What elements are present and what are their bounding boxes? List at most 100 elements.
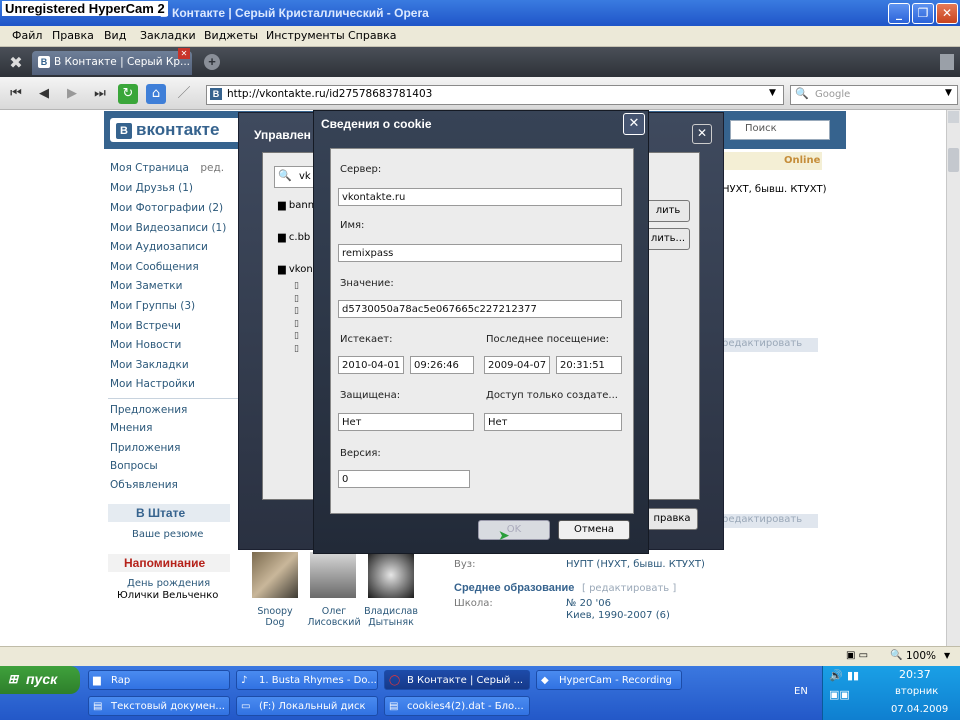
sidebar-item-groups[interactable]: Мои Группы (3) xyxy=(110,300,195,312)
tray-icons[interactable]: ▮▮ xyxy=(847,669,859,682)
vk-search-input[interactable]: Поиск xyxy=(730,120,830,140)
trash-icon[interactable] xyxy=(940,54,954,70)
ok-button[interactable]: OK xyxy=(478,520,550,540)
friend-name[interactable]: Владислав Дытыняк xyxy=(360,606,422,628)
sidebar-item-videos[interactable]: Мои Видеозаписи (1) xyxy=(110,222,226,234)
task-opera[interactable]: ◯ В Контакте | Серый ... xyxy=(384,670,530,690)
close-icon[interactable]: ✕ xyxy=(623,113,645,135)
address-field[interactable]: B http://vkontakte.ru/id27578683781403 ▼ xyxy=(206,85,784,105)
maximize-button[interactable]: ❐ xyxy=(912,3,934,24)
sidebar-item-friends[interactable]: Мои Друзья (1) xyxy=(110,182,193,194)
cookie-search-input[interactable]: 🔍 vk xyxy=(274,166,316,188)
sidebar-item-settings[interactable]: Мои Настройки xyxy=(110,378,195,390)
back-icon[interactable]: ◀ xyxy=(34,84,54,104)
uni-value[interactable]: НУПТ (НУХТ, бывш. КТУХТ) xyxy=(566,559,705,570)
cancel-button[interactable]: Отмена xyxy=(558,520,630,540)
server-field[interactable]: vkontakte.ru xyxy=(338,188,622,206)
search-field[interactable]: 🔍 Google ▼ xyxy=(790,85,958,105)
sidebar-item-messages[interactable]: Мои Сообщения xyxy=(110,261,199,273)
language-indicator[interactable]: EN xyxy=(794,686,808,697)
sidebar-item-notes[interactable]: Мои Заметки xyxy=(110,280,182,292)
task-busta[interactable]: ♪ 1. Busta Rhymes - Do... xyxy=(236,670,378,690)
search-dropdown-icon[interactable]: ▼ xyxy=(945,88,952,98)
sidebar-item-apps[interactable]: Приложения xyxy=(110,442,180,454)
task-local-disk[interactable]: ▭ (F:) Локальный диск xyxy=(236,696,378,716)
secure-field[interactable]: Нет xyxy=(338,413,474,431)
opera-menu-icon[interactable]: ✖ xyxy=(6,53,26,73)
zoom-dropdown-icon[interactable]: ▼ xyxy=(944,651,950,660)
network-icon[interactable]: ▣▣ xyxy=(829,688,850,701)
tab-close-icon[interactable]: ✕ xyxy=(178,48,190,59)
sidebar-item-bookmarks[interactable]: Мои Закладки xyxy=(110,359,189,371)
last-visit-date-field[interactable]: 2009-04-07 xyxy=(484,356,550,374)
zoom-icon[interactable]: 🔍 xyxy=(890,650,902,661)
secondary-edit[interactable]: [ редактировать ] xyxy=(582,583,676,594)
task-rap[interactable]: ▆ Rap xyxy=(88,670,230,690)
task-cookies-file[interactable]: ▤ cookies4(2).dat - Бло... xyxy=(384,696,530,716)
last-visit-time-field[interactable]: 20:31:51 xyxy=(556,356,622,374)
menu-tools[interactable]: Инструменты xyxy=(266,29,345,42)
friend-name[interactable]: Олег Лисовский xyxy=(306,606,362,628)
close-icon[interactable]: ✕ xyxy=(692,124,712,144)
history-dropdown-icon[interactable]: ▼ xyxy=(769,88,776,98)
wand-icon[interactable]: ／ xyxy=(174,84,194,104)
help-button[interactable]: правка xyxy=(646,508,698,530)
tree-folder[interactable]: ▆ bann xyxy=(278,200,314,211)
friend-avatar[interactable] xyxy=(252,552,298,598)
expires-date-field[interactable]: 2010-04-01 xyxy=(338,356,404,374)
zoom-level[interactable]: 100% xyxy=(906,650,936,662)
v-shtate-sub[interactable]: Ваше резюме xyxy=(132,529,203,540)
start-button[interactable]: ⊞ пуск xyxy=(0,666,80,694)
menu-help[interactable]: Справка xyxy=(348,29,396,42)
task-text-document[interactable]: ▤ Текстовый докумен... xyxy=(88,696,230,716)
menu-file[interactable]: Файл xyxy=(12,29,42,42)
menu-widgets[interactable]: Виджеты xyxy=(204,29,258,42)
menu-edit[interactable]: Правка xyxy=(52,29,94,42)
menu-bookmarks[interactable]: Закладки xyxy=(140,29,196,42)
reminder-line1[interactable]: День рождения xyxy=(127,578,210,589)
minimize-button[interactable]: _ xyxy=(888,3,910,24)
tab-vkontakte[interactable]: B В Контакте | Серый Кр... ✕ xyxy=(32,48,192,75)
creator-only-field[interactable]: Нет xyxy=(484,413,622,431)
reload-icon[interactable]: ↻ xyxy=(118,84,138,104)
version-field[interactable]: 0 xyxy=(338,470,470,488)
fast-forward-icon[interactable]: ⏭ xyxy=(90,84,110,104)
friend-avatar[interactable] xyxy=(310,552,356,598)
task-hypercam[interactable]: ◆ HyperCam - Recording xyxy=(536,670,682,690)
edit-button[interactable]: лить... xyxy=(646,228,690,250)
clock-time[interactable]: 20:37 xyxy=(899,668,931,681)
vk-logo[interactable]: Bвконтакте xyxy=(110,118,250,142)
rewind-icon[interactable]: ⏮ xyxy=(6,84,26,104)
delete-button[interactable]: лить xyxy=(646,200,690,222)
sidebar-item-news[interactable]: Мои Новости xyxy=(110,339,181,351)
sidebar-item-opinions[interactable]: Мнения xyxy=(110,422,152,434)
sidebar-item-questions[interactable]: Вопросы xyxy=(110,460,158,472)
tree-folder[interactable]: ▆ c.bb xyxy=(278,232,310,243)
v-shtate-box[interactable]: В Штате xyxy=(108,504,230,522)
status-icons[interactable]: ▣ ▭ xyxy=(846,650,868,661)
school-city[interactable]: Киев, 1990-2007 (6) xyxy=(566,610,670,621)
value-field[interactable]: d5730050a78ac5e067665c227212377 xyxy=(338,300,622,318)
edit-link[interactable]: редактировать xyxy=(722,338,818,352)
tree-folder[interactable]: ▆ vkon xyxy=(278,264,313,275)
name-field[interactable]: remixpass xyxy=(338,244,622,262)
sidebar-item-offers[interactable]: Предложения xyxy=(110,404,187,416)
menu-view[interactable]: Вид xyxy=(104,29,126,42)
scroll-thumb[interactable] xyxy=(948,148,959,172)
sidebar-item-photos[interactable]: Мои Фотографии (2) xyxy=(110,202,223,214)
sidebar-item-my-page[interactable]: Моя Страница ред. xyxy=(110,162,224,174)
home-icon[interactable]: ⌂ xyxy=(146,84,166,104)
scroll-up-icon[interactable] xyxy=(948,111,959,123)
school-value[interactable]: № 20 '06 xyxy=(566,598,611,609)
close-button[interactable]: ✕ xyxy=(936,3,958,24)
forward-icon[interactable]: ▶ xyxy=(62,84,82,104)
page-scrollbar[interactable] xyxy=(946,110,960,662)
new-tab-icon[interactable]: + xyxy=(204,54,220,70)
friend-avatar[interactable] xyxy=(368,552,414,598)
sidebar-item-audio[interactable]: Мои Аудиозаписи xyxy=(110,241,208,253)
friend-name[interactable]: Snoopy Dog xyxy=(254,606,296,628)
sidebar-item-ads[interactable]: Объявления xyxy=(110,479,178,491)
volume-icon[interactable]: 🔊 xyxy=(829,669,843,682)
expires-time-field[interactable]: 09:26:46 xyxy=(410,356,474,374)
sidebar-edit[interactable]: ред. xyxy=(200,162,224,174)
